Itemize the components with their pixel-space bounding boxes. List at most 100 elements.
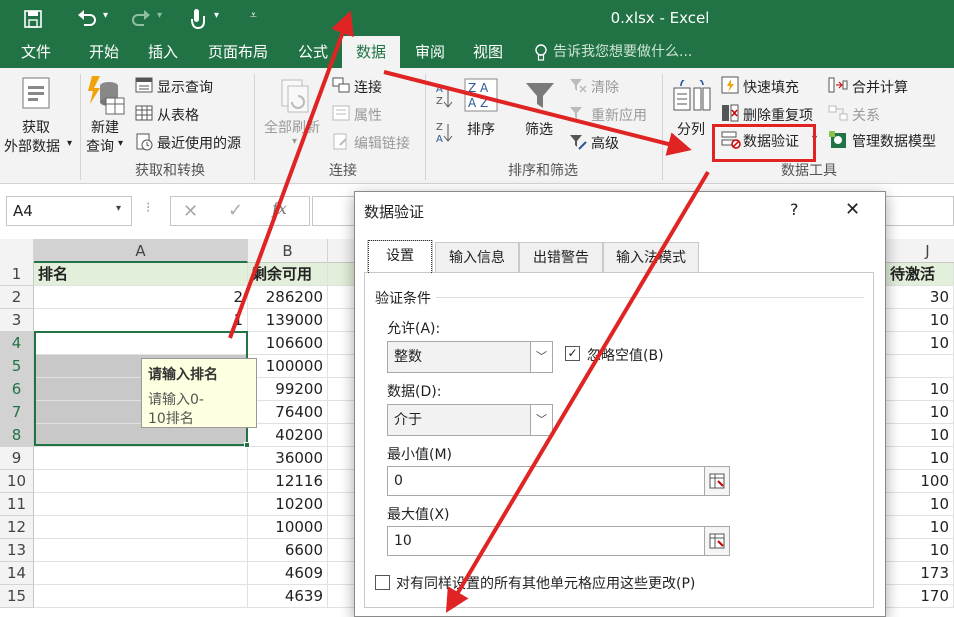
undo-icon[interactable] [76, 9, 98, 29]
cell-b[interactable]: 剩余可用 [248, 263, 328, 286]
row-header[interactable]: 12 [0, 516, 34, 539]
select-all-corner[interactable] [0, 239, 34, 263]
cell-j[interactable]: 170 [886, 585, 954, 608]
row-header[interactable]: 15 [0, 585, 34, 608]
cell-b[interactable]: 99200 [248, 378, 328, 401]
new-query-dropdown-icon[interactable]: ▾ [118, 138, 123, 149]
cell-b[interactable]: 4639 [248, 585, 328, 608]
cell-a[interactable] [34, 470, 248, 493]
tab-data[interactable]: 数据 [342, 36, 400, 68]
data-select[interactable]: 介于 ﹀ [387, 404, 553, 436]
cell-j[interactable]: 10 [886, 539, 954, 562]
apply-all-checkbox[interactable] [375, 575, 390, 590]
row-header[interactable]: 13 [0, 539, 34, 562]
tab-input-message[interactable]: 输入信息 [435, 242, 519, 272]
tab-formulas[interactable]: 公式 [290, 36, 336, 68]
enter-icon[interactable]: ✓ [228, 200, 243, 221]
tab-home[interactable]: 开始 [82, 36, 126, 68]
column-header-b[interactable]: B [248, 239, 328, 263]
insert-function-icon[interactable]: fx [272, 199, 287, 218]
cell-a[interactable] [34, 516, 248, 539]
cell-j[interactable]: 10 [886, 424, 954, 447]
text-to-columns-button[interactable]: 分列 [677, 119, 705, 139]
cell-j[interactable]: 10 [886, 378, 954, 401]
close-button[interactable]: ✕ [845, 199, 860, 220]
flash-fill-button[interactable]: 快速填充 [743, 77, 799, 97]
min-value-input[interactable]: 0 [387, 466, 705, 496]
consolidate-button[interactable]: 合并计算 [852, 77, 908, 97]
column-header-j[interactable]: J [886, 239, 954, 263]
row-header[interactable]: 3 [0, 309, 34, 332]
cell-b[interactable]: 6600 [248, 539, 328, 562]
row-header[interactable]: 1 [0, 263, 34, 286]
help-button[interactable]: ? [790, 200, 799, 219]
cell-b[interactable]: 76400 [248, 401, 328, 424]
save-icon[interactable] [24, 10, 42, 28]
filter-button[interactable]: 筛选 [525, 119, 553, 139]
name-box-dropdown-icon[interactable]: ▾ [116, 203, 121, 214]
tell-me-search[interactable]: 告诉我您想要做什么... [553, 36, 692, 68]
cell-j[interactable]: 100 [886, 470, 954, 493]
cell-j[interactable] [886, 355, 954, 378]
cell-a[interactable]: 排名 [34, 263, 248, 286]
cell-j[interactable]: 10 [886, 493, 954, 516]
row-header[interactable]: 14 [0, 562, 34, 585]
tab-review[interactable]: 审阅 [410, 36, 450, 68]
cell-j[interactable]: 待激活 [886, 263, 954, 286]
max-value-input[interactable]: 10 [387, 526, 705, 556]
clear-button[interactable]: 清除 [591, 77, 619, 97]
cell-b[interactable]: 286200 [248, 286, 328, 309]
cell-a[interactable] [34, 493, 248, 516]
tab-page-layout[interactable]: 页面布局 [200, 36, 276, 68]
relationships-button[interactable]: 关系 [852, 105, 880, 125]
tab-insert[interactable]: 插入 [140, 36, 186, 68]
recent-sources-button[interactable]: 最近使用的源 [157, 133, 241, 153]
refresh-dropdown-icon[interactable]: ▾ [292, 136, 297, 147]
cell-j[interactable]: 30 [886, 286, 954, 309]
get-external-data-label-2[interactable]: 外部数据 [4, 136, 60, 156]
cell-j[interactable]: 10 [886, 447, 954, 470]
cell-a[interactable]: 1 [34, 309, 248, 332]
cell-b[interactable]: 139000 [248, 309, 328, 332]
max-range-selector[interactable] [704, 526, 730, 556]
remove-duplicates-button[interactable]: 删除重复项 [743, 105, 813, 125]
cell-a[interactable] [34, 539, 248, 562]
cell-a[interactable] [34, 585, 248, 608]
cell-b[interactable]: 100000 [248, 355, 328, 378]
cell-b[interactable]: 10200 [248, 493, 328, 516]
ignore-blank-checkbox[interactable]: ✓ [565, 346, 580, 361]
new-query-label-1[interactable]: 新建 [91, 117, 119, 137]
customize-qat-icon[interactable]: ⩡ [250, 8, 257, 23]
cell-a[interactable] [34, 447, 248, 470]
redo-icon[interactable] [130, 9, 152, 29]
advanced-button[interactable]: 高级 [591, 133, 619, 153]
cell-b[interactable]: 4609 [248, 562, 328, 585]
cell-a[interactable]: 2 [34, 286, 248, 309]
cell-a[interactable] [34, 562, 248, 585]
get-external-data-label-1[interactable]: 获取 [22, 117, 50, 137]
tab-view[interactable]: 视图 [466, 36, 510, 68]
manage-data-model-button[interactable]: 管理数据模型 [852, 131, 936, 151]
tab-ime-mode[interactable]: 输入法模式 [603, 242, 699, 272]
touch-mode-icon[interactable] [188, 7, 208, 29]
row-header[interactable]: 5 [0, 355, 34, 378]
row-header[interactable]: 7 [0, 401, 34, 424]
row-header[interactable]: 8 [0, 424, 34, 447]
show-queries-button[interactable]: 显示查询 [157, 77, 213, 97]
from-table-button[interactable]: 从表格 [157, 105, 199, 125]
edit-links-button[interactable]: 编辑链接 [354, 133, 410, 153]
cell-b[interactable]: 36000 [248, 447, 328, 470]
cell-b[interactable]: 106600 [248, 332, 328, 355]
cell-j[interactable]: 10 [886, 401, 954, 424]
refresh-all-button[interactable]: 全部刷新 [264, 117, 320, 137]
cell-j[interactable]: 173 [886, 562, 954, 585]
row-header[interactable]: 6 [0, 378, 34, 401]
row-header[interactable]: 9 [0, 447, 34, 470]
cell-b[interactable]: 40200 [248, 424, 328, 447]
cell-b[interactable]: 12116 [248, 470, 328, 493]
new-query-label-2[interactable]: 查询 [86, 136, 114, 156]
tab-file[interactable]: 文件 [14, 36, 58, 68]
min-range-selector[interactable] [704, 466, 730, 496]
row-header[interactable]: 11 [0, 493, 34, 516]
row-header[interactable]: 10 [0, 470, 34, 493]
